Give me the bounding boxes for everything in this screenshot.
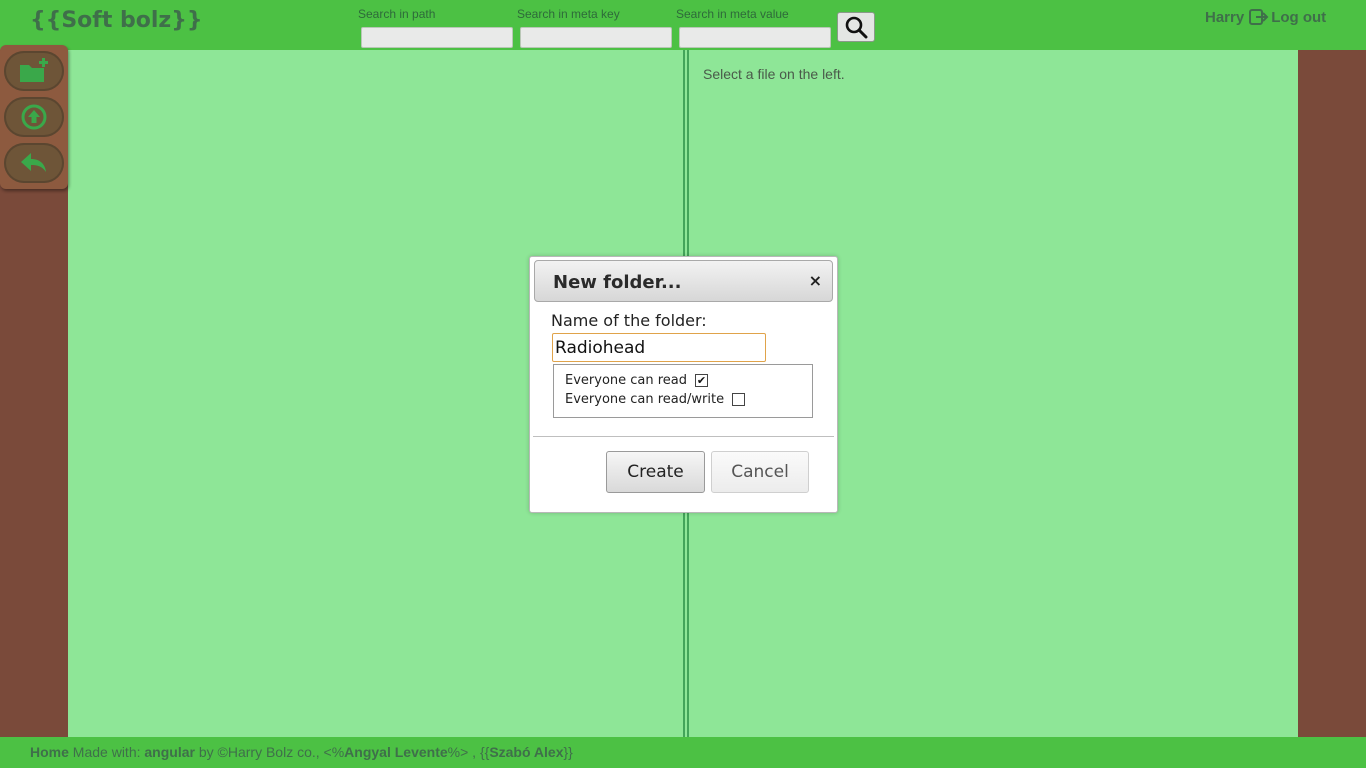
footer-framework: angular [144, 744, 195, 760]
folder-name-label: Name of the folder: [551, 311, 707, 330]
back-icon [21, 153, 46, 172]
folder-name-input[interactable] [552, 333, 766, 362]
search-meta-key-label: Search in meta key [517, 7, 620, 21]
new-folder-dialog: New folder... × Name of the folder: Ever… [529, 256, 838, 513]
search-meta-value-input[interactable] [679, 27, 831, 48]
footer-home-link[interactable]: Home [30, 744, 69, 760]
perm-readwrite-row: Everyone can read/write [565, 392, 746, 407]
dialog-separator [533, 436, 834, 437]
footer-sep: %> , {{ [447, 744, 490, 760]
top-bar: {{Soft bolz}} Search in path Search in m… [0, 0, 1366, 50]
footer-author-2: Szabó Alex [489, 744, 564, 760]
new-folder-icon [20, 58, 48, 82]
app-logo[interactable]: {{Soft bolz}} [30, 8, 203, 33]
cancel-button[interactable]: Cancel [711, 451, 809, 493]
new-folder-button[interactable] [4, 51, 64, 91]
footer-end: }} [563, 744, 573, 760]
logout-button[interactable]: Log out [1249, 8, 1326, 26]
perm-readwrite-checkbox[interactable] [732, 393, 746, 406]
toolbox [0, 45, 68, 189]
footer: Home Made with: angular by ©Harry Bolz c… [0, 737, 1366, 768]
footer-by: by ©Harry Bolz co., <% [194, 744, 345, 760]
perm-read-row: Everyone can read ✔ [565, 373, 709, 388]
username: Harry [1205, 8, 1245, 26]
footer-made-with: Made with: [72, 744, 145, 760]
search-meta-key-input[interactable] [520, 27, 672, 48]
perm-read-label: Everyone can read [565, 373, 688, 388]
search-path-input[interactable] [361, 27, 513, 48]
file-details-hint: Select a file on the left. [703, 66, 845, 82]
create-button[interactable]: Create [606, 451, 705, 493]
close-icon[interactable]: × [809, 271, 822, 290]
upload-button[interactable] [4, 97, 64, 137]
search-button[interactable] [837, 12, 875, 42]
upload-icon [21, 104, 47, 130]
back-button[interactable] [4, 143, 64, 183]
footer-text: Home Made with: angular by ©Harry Bolz c… [30, 744, 573, 760]
user-area: Harry Log out [1205, 8, 1326, 26]
perm-readwrite-label: Everyone can read/write [565, 392, 725, 407]
search-icon [845, 16, 868, 39]
logout-label: Log out [1271, 8, 1327, 26]
permissions-box: Everyone can read ✔ Everyone can read/wr… [553, 364, 813, 418]
footer-author-1: Angyal Levente [344, 744, 448, 760]
search-path-label: Search in path [358, 7, 436, 21]
dialog-title: New folder... [553, 272, 682, 293]
search-meta-value-label: Search in meta value [676, 7, 789, 21]
perm-read-checkbox[interactable]: ✔ [695, 374, 709, 387]
dialog-header: New folder... × [534, 260, 833, 302]
logout-icon [1249, 9, 1269, 25]
